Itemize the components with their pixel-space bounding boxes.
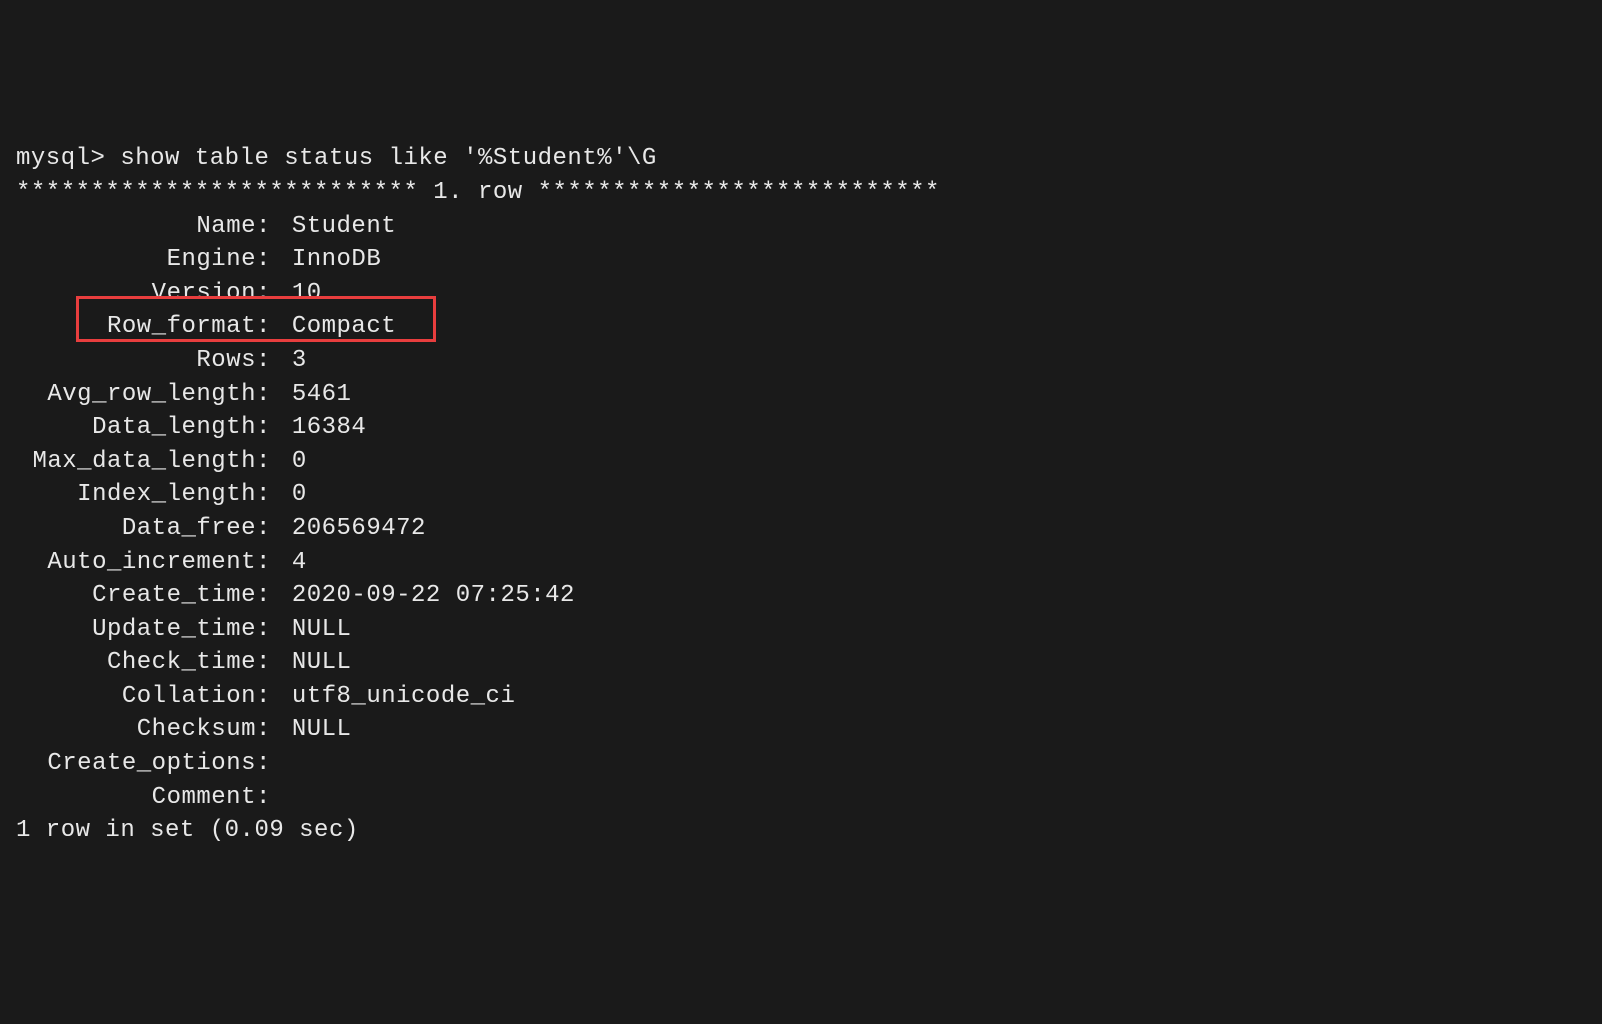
field-separator: : [256,613,292,647]
field-separator: : [256,411,292,445]
field-separator: : [256,713,292,747]
field-key: Name [16,210,256,244]
sql-command: show table status like '%Student%'\G [120,145,656,172]
field-key: Avg_row_length [16,378,256,412]
terminal-output[interactable]: mysql> show table status like '%Student%… [16,142,1586,847]
field-value: NULL [292,613,352,647]
field-separator: : [256,378,292,412]
field-separator: : [256,680,292,714]
field-row-check_time: Check_time: NULL [16,646,1586,680]
field-row-create_time: Create_time: 2020-09-22 07:25:42 [16,579,1586,613]
field-separator: : [256,277,292,311]
field-value: Compact [292,310,396,344]
field-value: 0 [292,478,307,512]
field-value: 2020-09-22 07:25:42 [292,579,575,613]
field-value: InnoDB [292,243,381,277]
field-row-update_time: Update_time: NULL [16,613,1586,647]
field-separator: : [256,512,292,546]
field-key: Version [16,277,256,311]
field-key: Update_time [16,613,256,647]
field-key: Checksum [16,713,256,747]
field-row-version: Version: 10 [16,277,1586,311]
field-key: Create_time [16,579,256,613]
field-row-data_length: Data_length: 16384 [16,411,1586,445]
field-separator: : [256,747,292,781]
field-separator: : [256,478,292,512]
field-value: Student [292,210,396,244]
field-row-avg_row_length: Avg_row_length: 5461 [16,378,1586,412]
field-key: Engine [16,243,256,277]
field-separator: : [256,646,292,680]
field-key: Index_length [16,478,256,512]
field-key: Create_options [16,747,256,781]
field-value: 5461 [292,378,352,412]
field-separator: : [256,579,292,613]
field-value: NULL [292,646,352,680]
field-value: NULL [292,713,352,747]
field-value: 206569472 [292,512,426,546]
field-row-data_free: Data_free: 206569472 [16,512,1586,546]
field-separator: : [256,781,292,815]
field-value: utf8_unicode_ci [292,680,516,714]
field-list: Name: StudentEngine: InnoDBVersion: 10Ro… [16,210,1586,815]
field-value: 4 [292,546,307,580]
field-key: Data_free [16,512,256,546]
field-value: 16384 [292,411,367,445]
field-key: Comment [16,781,256,815]
field-key: Auto_increment [16,546,256,580]
field-row-index_length: Index_length: 0 [16,478,1586,512]
field-separator: : [256,445,292,479]
field-value: 0 [292,445,307,479]
row-header: *************************** 1. row *****… [16,176,1586,210]
field-row-auto_increment: Auto_increment: 4 [16,546,1586,580]
mysql-prompt: mysql> [16,145,120,172]
field-row-engine: Engine: InnoDB [16,243,1586,277]
field-row-collation: Collation: utf8_unicode_ci [16,680,1586,714]
field-row-checksum: Checksum: NULL [16,713,1586,747]
field-row-row_format: Row_format: Compact [16,310,1586,344]
field-key: Collation [16,680,256,714]
field-key: Max_data_length [16,445,256,479]
field-separator: : [256,210,292,244]
field-key: Row_format [16,310,256,344]
field-key: Check_time [16,646,256,680]
field-separator: : [256,344,292,378]
field-key: Data_length [16,411,256,445]
field-separator: : [256,310,292,344]
field-separator: : [256,546,292,580]
field-row-create_options: Create_options: [16,747,1586,781]
result-footer: 1 row in set (0.09 sec) [16,814,1586,848]
field-row-max_data_length: Max_data_length: 0 [16,445,1586,479]
field-separator: : [256,243,292,277]
command-line: mysql> show table status like '%Student%… [16,142,1586,176]
field-row-rows: Rows: 3 [16,344,1586,378]
field-row-comment: Comment: [16,781,1586,815]
field-key: Rows [16,344,256,378]
field-row-name: Name: Student [16,210,1586,244]
field-value: 10 [292,277,322,311]
field-value: 3 [292,344,307,378]
